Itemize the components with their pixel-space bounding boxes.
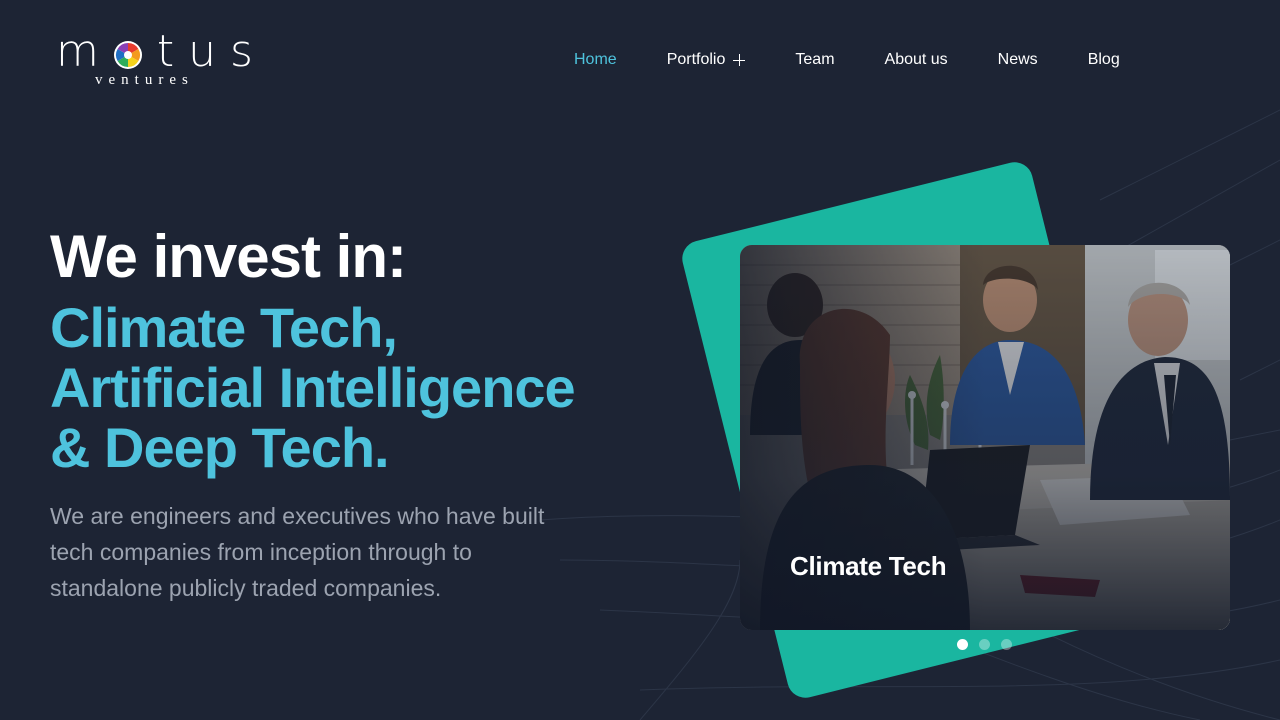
logo-letters-tus: tus <box>156 26 267 77</box>
hero-description: We are engineers and executives who have… <box>50 503 545 601</box>
nav-item-news[interactable]: News <box>998 51 1038 69</box>
plus-icon[interactable] <box>733 54 746 66</box>
nav-item-label: Portfolio <box>666 51 726 68</box>
nav-item-label: About us <box>884 51 948 68</box>
nav-item-label: Team <box>795 51 835 68</box>
nav-item-blog[interactable]: Blog <box>1088 51 1120 69</box>
nav-item-portfolio[interactable]: Portfolio <box>667 51 746 69</box>
slider-dot-2[interactable] <box>979 639 990 650</box>
slider-image-card[interactable]: Climate Tech <box>740 245 1230 630</box>
hero-topic-deep-tech: & Deep Tech. <box>50 416 390 479</box>
nav-item-label: Home <box>574 51 617 68</box>
hero-topic-artificial-intelligence: Artificial Intelligence <box>50 356 576 419</box>
logo-wordmark: m tus <box>56 28 267 76</box>
nav-item-about-us[interactable]: About us <box>885 51 948 69</box>
logo-letter-m: m <box>56 26 113 77</box>
hero-topic-climate-tech: Climate Tech, <box>50 296 398 359</box>
hero-topics: Climate Tech, Artificial Intelligence & … <box>50 296 576 479</box>
logo[interactable]: m tus ventures <box>56 28 256 92</box>
color-wheel-icon <box>113 41 142 69</box>
slider-pagination <box>957 639 1023 650</box>
slide-caption: Climate Tech <box>790 551 947 581</box>
slider-dot-3[interactable] <box>1001 639 1012 650</box>
nav-item-label: News <box>997 51 1038 68</box>
nav-item-home[interactable]: Home <box>574 51 617 69</box>
page: m tus ventures Home Portfolio Team About… <box>0 0 1280 720</box>
hero-title: We invest in: <box>50 223 407 290</box>
nav-item-team[interactable]: Team <box>795 51 834 69</box>
logo-subtitle: ventures <box>95 72 194 88</box>
slider-dot-1[interactable] <box>957 639 968 650</box>
nav-item-label: Blog <box>1087 51 1120 68</box>
main-nav: Home Portfolio Team About us News Blog <box>574 48 1120 72</box>
